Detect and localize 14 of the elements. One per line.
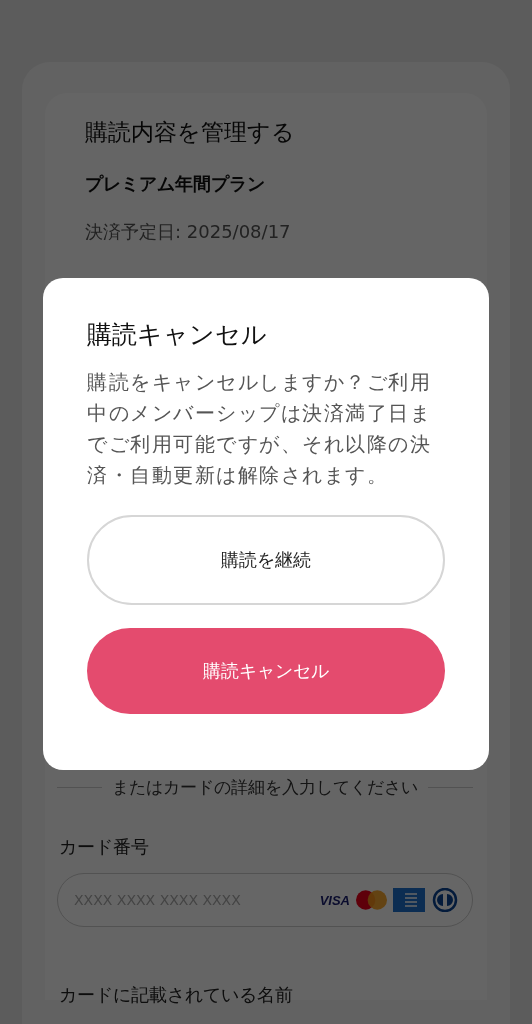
mastercard-logo-icon <box>356 890 387 910</box>
dialog-message: 購読をキャンセルしますか？ご利用中のメンバーシップは決済満了日までご利用可能ですが、それ以降の決済・自動更新は解除されます。 <box>87 369 432 489</box>
plan-name: プレミアム年間プラン <box>85 172 266 196</box>
dialog-title: 購読キャンセル <box>87 319 268 351</box>
field-label: カード番号 <box>59 835 150 859</box>
field-label: カードに記載されている名前 <box>59 983 294 1007</box>
divider-label: またはカードの詳細を入力してください <box>112 776 418 799</box>
cancel-button[interactable]: 購読キャンセル <box>87 628 445 714</box>
continue-button[interactable]: 購読を継続 <box>87 515 445 605</box>
amex-logo-icon <box>393 888 425 912</box>
visa-logo: VISA <box>319 892 350 908</box>
diners-logo-icon <box>431 888 459 912</box>
billing-date: 決済予定日: 2025/08/17 <box>85 220 292 244</box>
section-title: 購読内容を管理する <box>85 118 296 147</box>
